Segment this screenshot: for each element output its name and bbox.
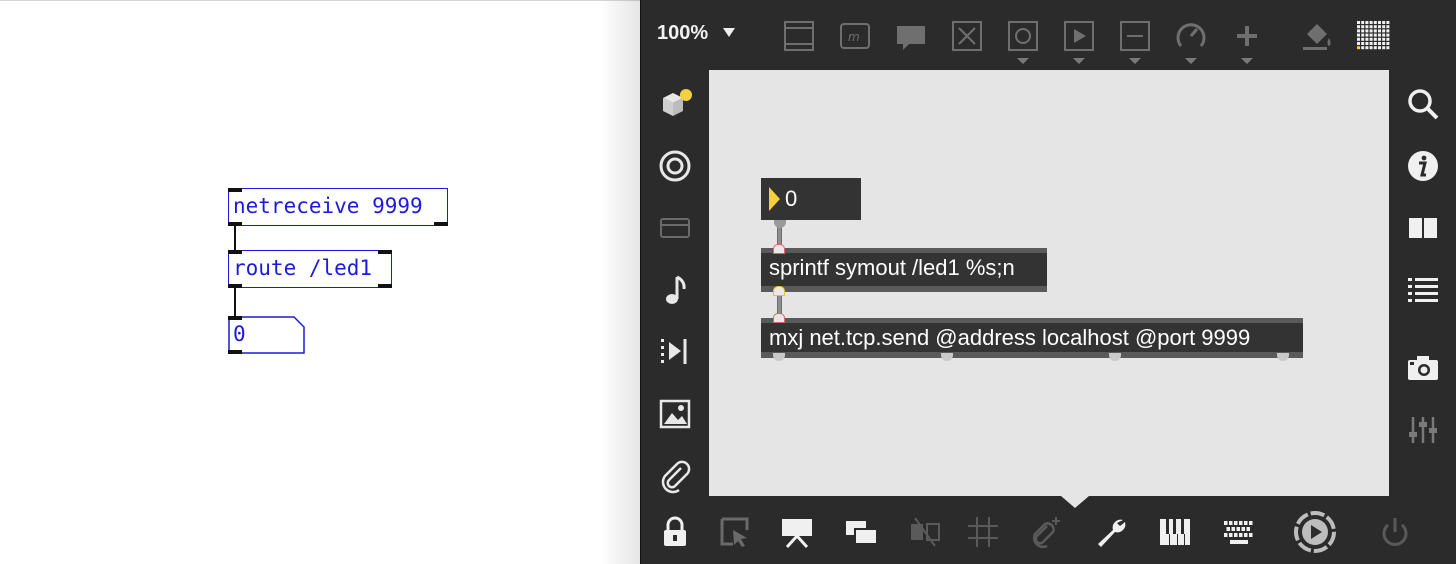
zoom-dropdown-icon[interactable] bbox=[723, 28, 735, 37]
presentation-icon[interactable] bbox=[781, 18, 817, 54]
button-icon[interactable] bbox=[1005, 18, 1041, 54]
mxj-label: mxj net.tcp.send @address localhost @por… bbox=[769, 325, 1251, 350]
keyboard-icon[interactable] bbox=[1221, 514, 1257, 550]
max-number-value: 0 bbox=[785, 186, 798, 211]
play-circle-icon[interactable] bbox=[1293, 510, 1337, 554]
mxj-outlet-2[interactable] bbox=[941, 353, 953, 361]
pd-route-inlet-right[interactable] bbox=[378, 250, 392, 254]
window-shadow bbox=[600, 0, 640, 564]
patcher-canvas[interactable]: 0 sprintf symout /led1 %s;n mxj net.tcp.… bbox=[709, 70, 1389, 496]
presentation-mode-icon[interactable] bbox=[779, 514, 815, 550]
camera-icon[interactable] bbox=[1405, 350, 1441, 386]
piano-icon[interactable] bbox=[1157, 514, 1193, 550]
number-arrow-icon bbox=[769, 187, 780, 211]
book-icon[interactable] bbox=[1405, 210, 1441, 246]
left-sidebar bbox=[641, 70, 709, 500]
mxj-outlet-4[interactable] bbox=[1277, 353, 1289, 361]
target-icon[interactable] bbox=[657, 148, 693, 184]
windows-icon[interactable] bbox=[843, 514, 879, 550]
mixer-icon[interactable] bbox=[1405, 412, 1441, 448]
button-dropdown-icon[interactable] bbox=[1017, 58, 1029, 64]
mxj-outlet-3[interactable] bbox=[1109, 353, 1121, 361]
sprintf-outlet-band bbox=[761, 286, 1047, 292]
add-object-icon[interactable] bbox=[1229, 18, 1265, 54]
slider-dropdown-icon[interactable] bbox=[1129, 58, 1141, 64]
pd-route-outlet-right[interactable] bbox=[378, 284, 392, 288]
max-number-outlet[interactable] bbox=[774, 220, 786, 228]
paperclip-icon[interactable] bbox=[657, 458, 693, 494]
pd-wire-route-number[interactable] bbox=[234, 287, 236, 317]
pd-netreceive-label: netreceive 9999 bbox=[233, 194, 423, 218]
list-icon[interactable] bbox=[1405, 272, 1441, 308]
sequencer-icon[interactable] bbox=[657, 334, 693, 370]
bottom-toolbar bbox=[641, 500, 1456, 564]
music-note-icon[interactable] bbox=[657, 272, 693, 308]
sprintf-outlet[interactable] bbox=[773, 286, 785, 296]
attach-icon[interactable] bbox=[1027, 514, 1063, 550]
pd-route-inlet-left[interactable] bbox=[228, 250, 242, 254]
mxj-outlet-1[interactable] bbox=[773, 353, 785, 361]
pd-netreceive-inlet[interactable] bbox=[228, 188, 242, 192]
max-sprintf-object[interactable]: sprintf symout /led1 %s;n bbox=[761, 248, 1047, 292]
paint-bucket-icon[interactable] bbox=[1299, 18, 1335, 54]
slider-icon[interactable] bbox=[1117, 18, 1153, 54]
pd-number-value: 0 bbox=[233, 322, 246, 346]
right-sidebar bbox=[1389, 70, 1456, 500]
play-dropdown-icon[interactable] bbox=[1073, 58, 1085, 64]
max-patcher-window[interactable]: 100% m 0 sprintf symout /led1 %s;n mxj n… bbox=[640, 0, 1456, 564]
add-object-dropdown-icon[interactable] bbox=[1241, 58, 1253, 64]
pd-netreceive-object[interactable]: netreceive 9999 bbox=[228, 188, 448, 226]
search-icon[interactable] bbox=[1405, 86, 1441, 122]
mxj-inlet[interactable] bbox=[773, 313, 785, 323]
pd-route-object[interactable]: route /led1 bbox=[228, 250, 392, 288]
image-icon[interactable] bbox=[657, 396, 693, 432]
pd-netreceive-outlet-right[interactable] bbox=[434, 222, 448, 226]
message-box-icon[interactable]: m bbox=[837, 18, 873, 54]
dial-icon[interactable] bbox=[1173, 18, 1209, 54]
sprintf-label: sprintf symout /led1 %s;n bbox=[769, 255, 1015, 280]
sprintf-inlet[interactable] bbox=[773, 244, 785, 254]
svg-text:m: m bbox=[848, 30, 860, 44]
dial-dropdown-icon[interactable] bbox=[1185, 58, 1197, 64]
packages-icon[interactable] bbox=[657, 86, 693, 122]
power-icon[interactable] bbox=[1377, 514, 1413, 550]
edit-select-icon[interactable] bbox=[717, 514, 753, 550]
pd-patch-window[interactable]: netreceive 9999 route /led1 0 bbox=[0, 0, 640, 564]
pd-number-box[interactable]: 0 bbox=[228, 316, 306, 354]
zoom-level[interactable]: 100% bbox=[657, 22, 708, 45]
pd-wire-netreceive-route[interactable] bbox=[234, 225, 236, 251]
play-icon[interactable] bbox=[1061, 18, 1097, 54]
grid-icon[interactable] bbox=[965, 514, 1001, 550]
top-toolbar: 100% m bbox=[641, 0, 1456, 70]
pd-route-label: route /led1 bbox=[233, 256, 373, 280]
toggle-icon[interactable] bbox=[949, 18, 985, 54]
media-icon[interactable] bbox=[657, 210, 693, 246]
comment-icon[interactable] bbox=[893, 18, 929, 54]
info-icon[interactable] bbox=[1405, 148, 1441, 184]
grid-palette-icon[interactable] bbox=[1355, 18, 1391, 54]
max-mxj-object[interactable]: mxj net.tcp.send @address localhost @por… bbox=[761, 318, 1303, 358]
max-number-box[interactable]: 0 bbox=[761, 178, 861, 220]
wrench-icon[interactable] bbox=[1093, 514, 1129, 550]
lock-icon[interactable] bbox=[657, 514, 693, 550]
hide-icon[interactable] bbox=[907, 514, 943, 550]
